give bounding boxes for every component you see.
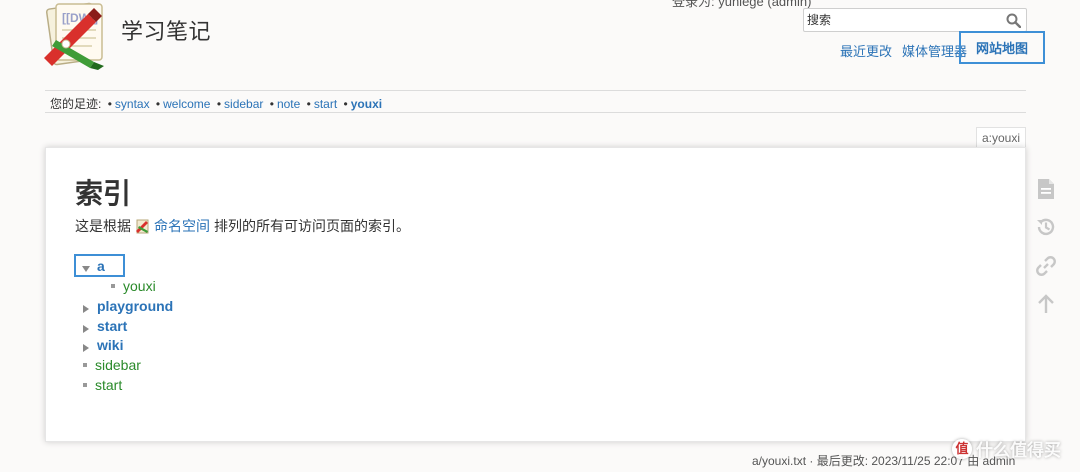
namespace-link[interactable]: playground: [97, 298, 173, 314]
index-namespace-wiki[interactable]: wiki: [81, 337, 123, 353]
index-intro: 这是根据 命名空间 排列的所有可访问页面的索引。: [75, 216, 410, 236]
dokuwiki-logo-icon[interactable]: [[DW]]: [42, 0, 112, 72]
page-content: 索引 这是根据 命名空间 排列的所有可访问页面的索引。 a youxi play…: [45, 147, 1026, 442]
intro-text-after: 排列的所有可访问页面的索引。: [214, 218, 410, 234]
breadcrumb-item[interactable]: syntax: [115, 97, 150, 111]
breadcrumb-separator: •: [269, 97, 274, 111]
backlinks-icon[interactable]: [1035, 255, 1057, 277]
breadcrumb-separator: •: [155, 97, 161, 111]
breadcrumb-label: 您的足迹:: [50, 97, 102, 111]
breadcrumb: 您的足迹: • syntax • welcome • sidebar • note • s…: [50, 95, 382, 112]
breadcrumb-separator: •: [107, 97, 112, 111]
breadcrumb-current[interactable]: youxi: [351, 97, 382, 111]
index-namespace-playground[interactable]: playground: [81, 298, 173, 314]
namespace-icon: [135, 218, 151, 234]
index-namespace-start[interactable]: start: [81, 318, 127, 334]
breadcrumb-separator: •: [343, 97, 348, 111]
list-bullet: [83, 383, 87, 387]
search-input[interactable]: [804, 9, 1000, 31]
site-title[interactable]: 学习笔记: [121, 14, 211, 46]
back-to-top-icon[interactable]: [1035, 293, 1057, 315]
intro-text-before: 这是根据: [75, 218, 131, 234]
watermark-badge: 值: [952, 438, 972, 459]
collapsed-arrow-icon: [81, 301, 91, 313]
show-page-icon[interactable]: [1035, 178, 1057, 200]
old-revisions-icon[interactable]: [1035, 216, 1057, 238]
namespace-link[interactable]: start: [97, 318, 127, 334]
collapsed-arrow-icon: [81, 340, 91, 352]
search-icon[interactable]: [1005, 12, 1022, 29]
search-form: [803, 8, 1027, 32]
namespace-link[interactable]: a: [97, 258, 105, 274]
breadcrumb-item[interactable]: start: [314, 97, 337, 111]
page-title: 索引: [75, 178, 132, 209]
breadcrumb-separator: •: [216, 97, 222, 111]
page-link[interactable]: sidebar: [95, 357, 141, 373]
breadcrumb-divider-bottom: [45, 112, 1026, 113]
breadcrumb-divider-top: [45, 90, 1026, 91]
list-bullet: [83, 363, 87, 367]
page-id-tab: a:youxi: [976, 127, 1026, 147]
namespace-link[interactable]: wiki: [97, 337, 123, 353]
index-namespace-a[interactable]: a: [81, 258, 105, 274]
namespace-link[interactable]: 命名空间: [154, 216, 210, 236]
page-link[interactable]: youxi: [123, 278, 156, 294]
dokuwiki-page: [[DW]] 学习笔记 登录为: yuniege (admin) 最近更改 媒体…: [0, 0, 1080, 472]
media-manager-link[interactable]: 媒体管理器: [902, 41, 967, 60]
index-page-youxi[interactable]: youxi: [107, 278, 156, 294]
index-page-sidebar[interactable]: sidebar: [81, 357, 141, 373]
index-page-start[interactable]: start: [81, 377, 122, 393]
sitemap-link[interactable]: 网站地图: [959, 31, 1045, 64]
watermark-text: 什么值得买: [976, 441, 1061, 460]
watermark: 值 什么值得买: [952, 436, 1061, 461]
recent-changes-link[interactable]: 最近更改: [840, 41, 892, 60]
breadcrumb-separator: •: [306, 97, 311, 111]
breadcrumb-item[interactable]: note: [277, 97, 300, 111]
collapsed-arrow-icon: [81, 321, 91, 333]
list-bullet: [111, 284, 115, 288]
breadcrumb-item[interactable]: welcome: [163, 97, 210, 111]
user-info: 登录为: yuniege (admin): [672, 0, 812, 9]
breadcrumb-item[interactable]: sidebar: [224, 97, 263, 111]
page-link[interactable]: start: [95, 377, 122, 393]
expanded-arrow-icon: [81, 261, 91, 272]
